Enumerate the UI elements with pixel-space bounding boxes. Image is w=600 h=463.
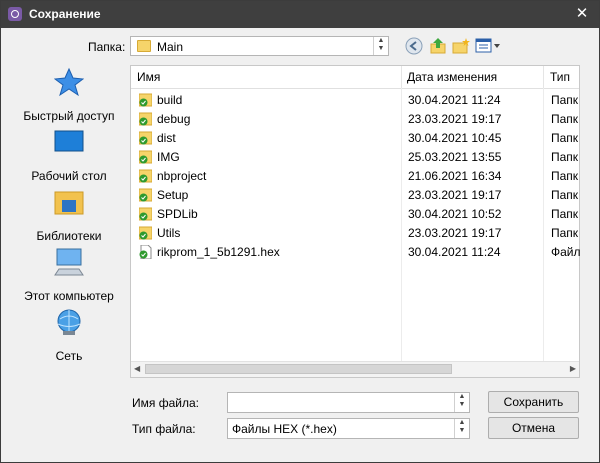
file-date: 23.03.2021 19:17: [408, 112, 502, 126]
file-name: build: [157, 93, 183, 107]
filetype-select[interactable]: Файлы HEX (*.hex) ▲ ▼: [227, 418, 470, 439]
back-icon[interactable]: [405, 37, 423, 55]
column-name[interactable]: Имя: [137, 70, 160, 84]
place-this-pc[interactable]: Этот компьютер: [9, 247, 129, 303]
folder-select[interactable]: Main ▲ ▼: [130, 36, 389, 56]
place-network[interactable]: Сеть: [9, 307, 129, 363]
folder-synced-icon: [139, 150, 152, 164]
folder-synced-icon: [139, 188, 152, 202]
file-type: Папк: [551, 131, 579, 145]
place-libraries[interactable]: Библиотеки: [9, 187, 129, 243]
place-label: Сеть: [55, 349, 83, 363]
file-type: Папк: [551, 188, 579, 202]
horizontal-scrollbar[interactable]: ◀ ▶: [131, 361, 579, 377]
place-label: Библиотеки: [36, 229, 102, 243]
list-item[interactable]: dist 30.04.2021 10:45 Папк: [131, 129, 579, 148]
folder-synced-icon: [139, 131, 152, 145]
filetype-label: Тип файла:: [132, 422, 196, 436]
file-name: dist: [157, 131, 176, 145]
file-name: debug: [157, 112, 191, 126]
folder-spin-icon[interactable]: ▲ ▼: [373, 37, 388, 55]
list-header: Имя Дата изменения Тип: [131, 66, 579, 89]
list-item[interactable]: nbproject 21.06.2021 16:34 Папк: [131, 167, 579, 186]
desktop-icon: [54, 130, 84, 152]
file-date: 30.04.2021 10:45: [408, 131, 502, 145]
library-icon: [54, 191, 84, 215]
filename-field[interactable]: ▲ ▼: [227, 392, 470, 413]
list-item[interactable]: rikprom_1_5b1291.hex 30.04.2021 11:24 Фа…: [131, 243, 581, 262]
file-list[interactable]: Имя Дата изменения Тип build 30.04.2021 …: [130, 65, 581, 378]
up-folder-icon[interactable]: [429, 37, 447, 55]
filetype-value: Файлы HEX (*.hex): [232, 422, 337, 436]
file-name: nbproject: [157, 169, 207, 183]
title-bar[interactable]: Сохранение ✕: [1, 1, 599, 28]
file-date: 21.06.2021 16:34: [408, 169, 502, 183]
column-type[interactable]: Тип: [550, 70, 570, 84]
file-type: Папк: [551, 169, 579, 183]
folder-icon: [137, 40, 151, 52]
scroll-left-icon[interactable]: ◀: [134, 364, 140, 373]
list-item[interactable]: IMG 25.03.2021 13:55 Папк: [131, 148, 579, 167]
file-type: Папк: [551, 226, 579, 240]
place-label: Этот компьютер: [24, 289, 114, 303]
file-name: Utils: [157, 226, 181, 240]
app-icon: [8, 7, 22, 21]
filetype-spin-icon[interactable]: ▲ ▼: [454, 419, 469, 438]
computer-icon: [54, 248, 84, 276]
column-divider[interactable]: [543, 66, 544, 88]
file-name: SPDLib: [157, 207, 198, 221]
window-title: Сохранение: [29, 7, 101, 21]
list-item[interactable]: SPDLib 30.04.2021 10:52 Папк: [131, 205, 579, 224]
folder-current: Main: [157, 40, 184, 54]
file-type: Папк: [551, 112, 579, 126]
filename-spin-icon[interactable]: ▲ ▼: [454, 393, 469, 412]
save-dialog: Сохранение ✕ Папка: Main ▲ ▼ Быстрый дос…: [0, 0, 600, 463]
new-folder-icon[interactable]: [452, 37, 470, 55]
file-type: Папк: [551, 150, 579, 164]
place-quick-access[interactable]: Быстрый доступ: [9, 67, 129, 123]
list-item[interactable]: build 30.04.2021 11:24 Папк: [131, 91, 579, 110]
file-date: 23.03.2021 19:17: [408, 188, 502, 202]
file-date: 30.04.2021 11:24: [408, 93, 501, 107]
view-menu-icon[interactable]: [475, 37, 501, 55]
cancel-button[interactable]: Отмена: [488, 417, 579, 439]
place-label: Быстрый доступ: [23, 109, 115, 123]
folder-synced-icon: [139, 169, 152, 183]
folder-label: Папка:: [88, 40, 126, 54]
folder-synced-icon: [139, 93, 152, 107]
save-button[interactable]: Сохранить: [488, 391, 579, 413]
list-item[interactable]: Utils 23.03.2021 19:17 Папк: [131, 224, 579, 243]
folder-synced-icon: [139, 207, 152, 221]
file-name: Setup: [157, 188, 189, 202]
filename-label: Имя файла:: [132, 396, 199, 410]
file-date: 25.03.2021 13:55: [408, 150, 502, 164]
column-divider[interactable]: [401, 66, 402, 88]
close-button[interactable]: ✕: [573, 5, 591, 23]
place-desktop[interactable]: Рабочий стол: [9, 127, 129, 183]
scroll-thumb[interactable]: [145, 364, 452, 374]
folder-synced-icon: [139, 226, 152, 240]
star-icon: [54, 67, 84, 97]
file-type: Папк: [551, 93, 579, 107]
file-name: rikprom_1_5b1291.hex: [157, 245, 280, 259]
file-type: Папк: [551, 207, 579, 221]
list-item[interactable]: debug 23.03.2021 19:17 Папк: [131, 110, 579, 129]
folder-synced-icon: [139, 112, 152, 126]
file-date: 23.03.2021 19:17: [408, 226, 502, 240]
file-date: 30.04.2021 11:24: [408, 245, 501, 259]
list-item[interactable]: Setup 23.03.2021 19:17 Папк: [131, 186, 579, 205]
file-date: 30.04.2021 10:52: [408, 207, 502, 221]
network-icon: [57, 309, 81, 335]
file-name: IMG: [157, 150, 180, 164]
file-type: Файл: [551, 245, 581, 259]
file-synced-icon: [139, 245, 152, 259]
column-date[interactable]: Дата изменения: [407, 70, 497, 84]
place-label: Рабочий стол: [31, 169, 107, 183]
scroll-right-icon[interactable]: ▶: [570, 364, 576, 373]
